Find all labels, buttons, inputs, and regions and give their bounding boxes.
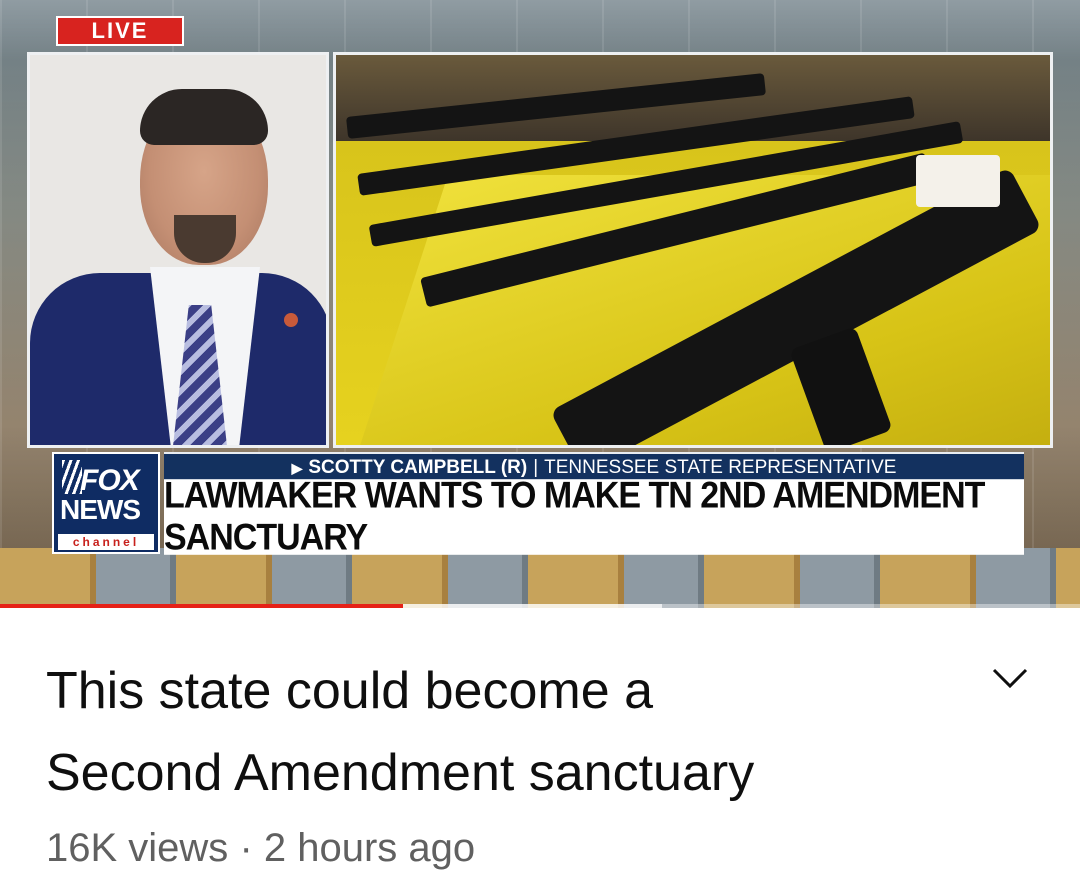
progress-bar[interactable]	[0, 604, 1080, 608]
video-title[interactable]: This state could become a Second Amendme…	[46, 650, 946, 814]
lapel-pin	[284, 313, 298, 327]
fox-news-logo: FOX NEWS channel	[52, 452, 160, 554]
video-meta: 16K views · 2 hours ago	[46, 826, 475, 871]
price-tag-image	[916, 155, 1000, 207]
video-player[interactable]: LIVE FOX NEWS channel ▶ SCOTTY CAMPBELL …	[0, 0, 1080, 608]
logo-channel-text: channel	[58, 534, 154, 550]
video-title-line2: Second Amendment sanctuary	[46, 744, 755, 802]
logo-stripes-icon	[62, 460, 82, 494]
logo-news-text: NEWS	[60, 494, 141, 525]
logo-fox-text: FOX	[80, 464, 140, 497]
live-badge: LIVE	[56, 16, 184, 46]
meta-separator: ·	[239, 826, 253, 870]
video-title-line1: This state could become a	[46, 662, 653, 720]
progress-played	[0, 604, 403, 608]
upload-age: 2 hours ago	[263, 826, 476, 870]
expand-description-button[interactable]	[988, 662, 1032, 694]
view-count: 16K views	[46, 826, 229, 870]
guest-video-pane	[27, 52, 329, 448]
chyron-headline: LAWMAKER WANTS TO MAKE TN 2ND AMENDMENT …	[164, 475, 1024, 558]
chevron-down-icon	[992, 668, 1028, 688]
guest-hair	[140, 89, 268, 145]
broll-video-pane	[333, 52, 1053, 448]
